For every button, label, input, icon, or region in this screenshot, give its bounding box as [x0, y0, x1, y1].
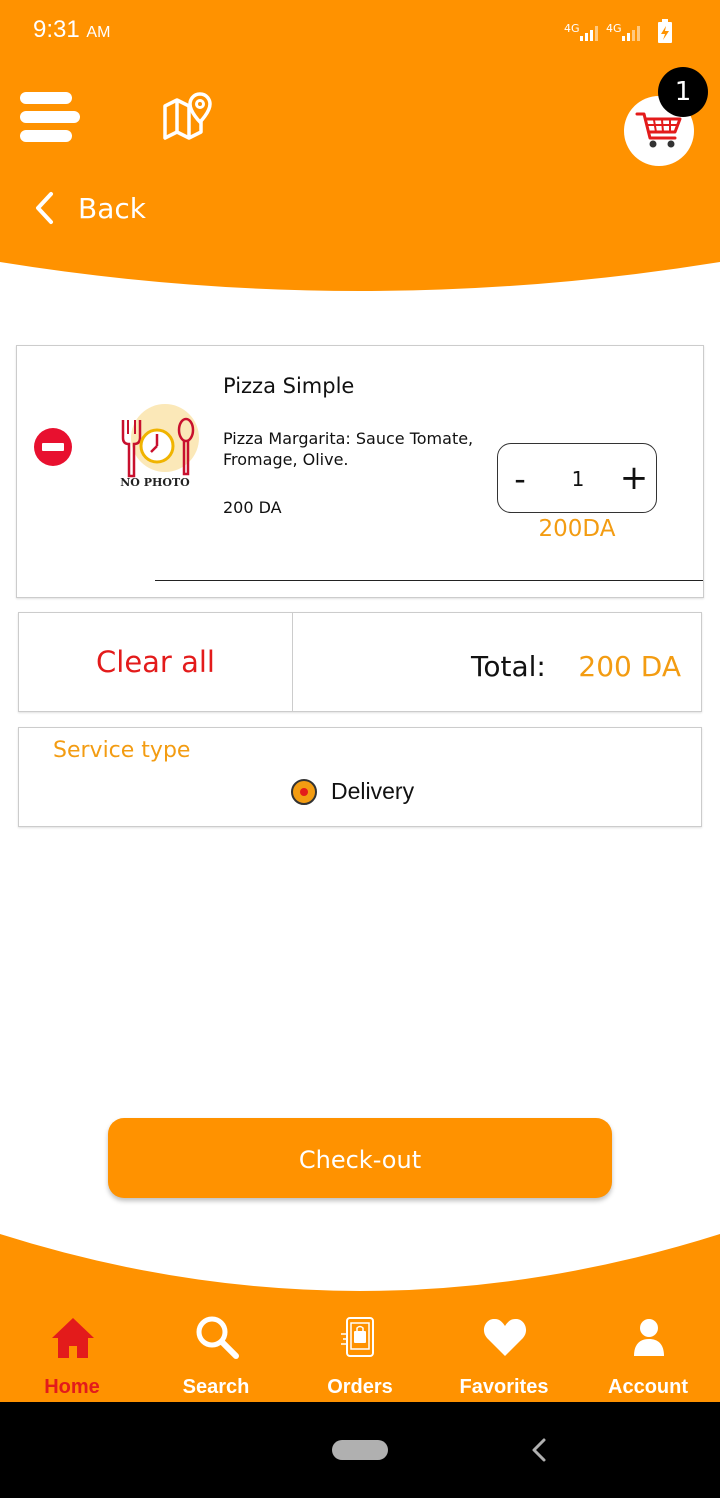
svg-text:4G: 4G	[564, 22, 580, 35]
item-divider	[155, 580, 703, 581]
back-button[interactable]: Back	[32, 186, 192, 230]
delivery-radio-option[interactable]: Delivery	[289, 776, 439, 808]
system-back-icon[interactable]	[528, 1436, 552, 1464]
item-description: Pizza Margarita: Sauce Tomate, Fromage, …	[223, 429, 474, 469]
home-icon	[52, 1318, 94, 1358]
svg-text:4G: 4G	[606, 22, 622, 35]
cart-item-card: NO PHOTO Pizza Simple Pizza Margarita: S…	[16, 345, 704, 598]
orders-icon	[341, 1317, 374, 1357]
total-value: 200 DA	[578, 650, 681, 683]
nav-orders[interactable]: Orders	[290, 1310, 430, 1400]
heart-icon	[483, 1318, 527, 1356]
system-home-pill[interactable]	[332, 1440, 388, 1460]
header-background	[0, 0, 720, 291]
nav-search[interactable]: Search	[146, 1310, 286, 1400]
account-icon	[634, 1319, 664, 1356]
clear-all-button[interactable]: Clear all	[19, 613, 293, 711]
service-type-card: Service type Delivery	[18, 727, 702, 827]
chevron-left-icon	[36, 192, 53, 224]
search-icon	[196, 1316, 239, 1359]
delivery-label: Delivery	[331, 778, 415, 804]
status-time: 9:31 AM	[33, 16, 111, 43]
total-label: Total:	[471, 650, 546, 683]
decrease-quantity-button[interactable]: -	[498, 444, 542, 514]
totals-row: Clear all Total: 200 DA	[18, 612, 702, 712]
menu-button[interactable]	[20, 92, 82, 148]
quantity-value: 1	[571, 467, 585, 491]
no-photo-icon: NO PHOTO	[120, 404, 199, 489]
status-icons: 4G 4G	[564, 19, 672, 43]
menu-icon	[20, 92, 80, 142]
remove-icon	[34, 428, 72, 466]
nav-account-label: Account	[608, 1376, 688, 1398]
item-unit-price: 200 DA	[223, 498, 282, 517]
quantity-stepper: - 1 +	[497, 443, 657, 513]
nav-orders-label: Orders	[327, 1376, 393, 1398]
delivery-radio-button[interactable]	[291, 779, 317, 805]
checkout-button[interactable]: Check-out	[108, 1118, 612, 1198]
item-line-total: 200DA	[538, 516, 616, 542]
map-location-icon	[163, 92, 212, 140]
system-navigation-bar	[0, 1402, 720, 1498]
cart-count-badge: 1	[658, 67, 708, 117]
nav-search-label: Search	[182, 1376, 250, 1398]
nav-home[interactable]: Home	[2, 1310, 142, 1400]
remove-item-button[interactable]	[33, 427, 73, 467]
nav-favorites[interactable]: Favorites	[434, 1310, 574, 1400]
map-button[interactable]	[160, 92, 214, 142]
service-type-title: Service type	[53, 738, 191, 763]
back-label: Back	[78, 191, 146, 225]
nav-account[interactable]: Account	[578, 1310, 718, 1400]
item-name: Pizza Simple	[223, 374, 355, 398]
increase-quantity-button[interactable]: +	[612, 444, 656, 514]
nav-favorites-label: Favorites	[459, 1376, 549, 1398]
svg-text:NO PHOTO: NO PHOTO	[120, 476, 190, 489]
nav-home-label: Home	[44, 1376, 100, 1398]
item-photo-placeholder: NO PHOTO	[109, 402, 201, 492]
